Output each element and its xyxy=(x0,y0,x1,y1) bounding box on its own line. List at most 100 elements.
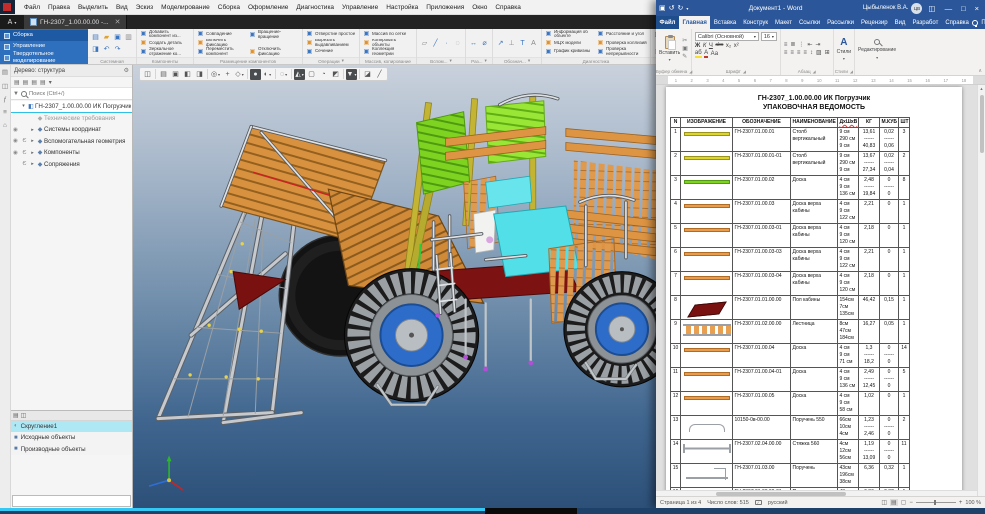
surface-icon[interactable]: ⊥ xyxy=(508,40,514,47)
borders-button[interactable]: ⊞ xyxy=(825,50,830,56)
menu-item-Эскиз[interactable]: Эскиз xyxy=(132,4,157,11)
numbering-button[interactable]: ≣ xyxy=(790,42,795,48)
editing-button[interactable]: Редактирование ▾ xyxy=(858,31,896,67)
3d-viewport[interactable]: ◫▤▣◧◨◎▾+◇▾●◐▾◌▾◭▾▢◔◩▼▾◪╱ .rd{fill:none;s… xyxy=(133,65,656,508)
word-count[interactable]: Число слов: 515 xyxy=(707,500,749,506)
horizontal-ruler[interactable]: 123456789101112131415161718 xyxy=(656,76,985,85)
close-icon[interactable]: × xyxy=(972,4,982,13)
save-icon[interactable]: ▣ xyxy=(114,34,121,41)
help-label[interactable]: Помощь xyxy=(981,20,985,26)
tab-file[interactable]: Файл xyxy=(656,16,679,29)
font-name-select[interactable]: Calibri (Основной)▾ xyxy=(695,32,759,41)
menu-item-Управление[interactable]: Управление xyxy=(338,4,382,11)
horizontal-scrollbar[interactable] xyxy=(656,490,977,496)
bullets-button[interactable]: ≡ xyxy=(784,42,788,48)
3d-model-canvas[interactable]: .rd{fill:none;stroke:#54585c;stroke-widt… xyxy=(133,65,656,508)
eye-icon[interactable]: ◉ xyxy=(11,127,20,133)
kompas-ribbon-button[interactable]: ▣Переместить компонент xyxy=(197,47,247,56)
kompas-ribbon-button[interactable]: ▣МЦХ модели xyxy=(545,39,595,48)
mode-tab-Твердотельное моделирование[interactable]: Твердотельное моделирование xyxy=(0,52,88,63)
dim-diameter-icon[interactable]: ⌀ xyxy=(482,40,486,47)
align-center-button[interactable]: ≡ xyxy=(790,50,794,56)
kompas-document-tab[interactable]: ГН-2307_1.00.00.00 -... ✕ xyxy=(24,15,127,29)
pan-icon[interactable]: + xyxy=(222,69,233,80)
eye-icon[interactable]: ◉ xyxy=(11,138,20,144)
menu-item-Сборка[interactable]: Сборка xyxy=(214,4,244,11)
zoom-slider[interactable] xyxy=(916,502,956,503)
link-icon[interactable]: Є xyxy=(20,138,29,144)
multilevel-button[interactable]: ⋮ xyxy=(798,42,804,48)
kompas-home-button[interactable]: А▾ xyxy=(0,15,24,29)
tab-Справка[interactable]: Справка xyxy=(942,16,973,29)
tree-item-Системы координат[interactable]: ◉▸◆Системы координат xyxy=(11,124,132,136)
tab-Рецензир[interactable]: Рецензир xyxy=(858,16,892,29)
leader-icon[interactable]: ↗ xyxy=(498,40,504,47)
params-item-Производные объекты[interactable]: ■Производные объекты xyxy=(11,444,132,456)
parameters-input-box[interactable] xyxy=(12,495,131,507)
kompas-ribbon-button[interactable]: ▣Совпадение xyxy=(197,30,247,39)
filter-caret-icon[interactable]: ▾ xyxy=(49,79,52,86)
tree-search[interactable]: ▼ xyxy=(11,88,132,100)
kompas-ribbon-button[interactable]: ▣Коллекция геометрии xyxy=(363,47,413,56)
params-item-Исходные объекты[interactable]: ■Исходные объекты xyxy=(11,432,132,444)
kompas-ribbon-button[interactable]: ▣Проверка непрерывности xyxy=(597,47,647,56)
axis-icon[interactable]: ╱ xyxy=(433,40,437,47)
page-indicator[interactable]: Страница 1 из 4 xyxy=(660,500,701,506)
redo-icon[interactable]: ↻ xyxy=(678,4,684,12)
functions-icon[interactable]: ƒ xyxy=(3,96,7,103)
maximize-icon[interactable]: □ xyxy=(958,4,969,13)
tab-Рассылки[interactable]: Рассылки xyxy=(824,16,858,29)
menu-item-Окно[interactable]: Окно xyxy=(468,4,491,11)
bold-button[interactable]: Ж xyxy=(695,43,700,49)
shaded-icon[interactable]: ● xyxy=(250,69,261,80)
change-case-button[interactable]: Аа xyxy=(711,51,718,57)
orientation-icon[interactable]: ◇▾ xyxy=(234,69,245,80)
font-size-select[interactable]: 16▾ xyxy=(761,32,777,41)
superscript-button[interactable]: x² xyxy=(734,43,739,49)
link-icon[interactable]: Є xyxy=(20,150,29,156)
tab-Вставка[interactable]: Вставка xyxy=(710,16,739,29)
menu-item-Оформление[interactable]: Оформление xyxy=(244,4,292,11)
kompas-ribbon-button[interactable]: ▣Проверка коллизий xyxy=(597,39,647,48)
kompas-ribbon-button[interactable]: ▣Зеркальное отражение ко... xyxy=(140,47,190,56)
collapse-ribbon-icon[interactable]: ∧ xyxy=(978,68,982,74)
params-tab-icon[interactable]: ▤ xyxy=(13,412,19,419)
menu-item-Файл[interactable]: Файл xyxy=(20,4,44,11)
panels-icon[interactable]: ▤ xyxy=(2,68,8,76)
point-icon[interactable]: · xyxy=(445,40,447,47)
object-properties-icon[interactable]: ◧ xyxy=(182,69,193,80)
web-layout-icon[interactable]: ▢ xyxy=(901,499,907,506)
new-file-icon[interactable]: ▤ xyxy=(92,34,99,41)
fit-all-icon[interactable]: ▢ xyxy=(306,69,317,80)
kompas-ribbon-button[interactable]: ▣Вырезать выдавливанием xyxy=(306,39,356,48)
open-icon[interactable]: ▰ xyxy=(104,34,109,41)
strikethrough-button[interactable]: abc xyxy=(715,43,723,48)
undo-icon[interactable]: ↶ xyxy=(104,46,110,53)
mode-tab-Сборка[interactable]: Сборка xyxy=(0,30,88,41)
print-layout-icon[interactable]: ▤ xyxy=(890,499,898,506)
show-structure-icon[interactable]: ▤ xyxy=(158,69,169,80)
language-indicator[interactable]: русский xyxy=(768,500,788,506)
ribbon-display-options-icon[interactable]: ◫ xyxy=(925,4,938,13)
dock-panel-icon[interactable]: ◫ xyxy=(142,69,153,80)
print-icon[interactable]: ▥ xyxy=(125,34,132,41)
kompas-ribbon-button[interactable]: ▣Отверстие простое xyxy=(306,30,356,39)
tree-item-Вспомогательная геометрия[interactable]: ◉Є▸◆Вспомогательная геометрия xyxy=(11,136,132,148)
isolate-icon[interactable]: ◪ xyxy=(362,69,373,80)
zoom-out-icon[interactable]: − xyxy=(909,500,913,506)
styles-button[interactable]: А Стили ▾ xyxy=(837,31,851,67)
document-page[interactable]: ГН-2307_1.00.00.00 ИК Погрузчик УПАКОВОЧ… xyxy=(666,87,962,496)
tree-item-Сопряжения[interactable]: Є▸◆Сопряжения xyxy=(11,159,132,171)
hidden-lines-icon[interactable]: ◌▾ xyxy=(278,69,289,80)
tab-Разработ[interactable]: Разработ xyxy=(909,16,942,29)
menu-item-Справка[interactable]: Справка xyxy=(491,4,525,11)
menu-item-Правка[interactable]: Правка xyxy=(44,4,74,11)
eye-icon[interactable]: ◉ xyxy=(11,150,20,156)
hscrollbar-thumb[interactable] xyxy=(716,492,846,496)
tree-item-Технические требования[interactable]: ◆Технические требования xyxy=(11,113,132,125)
tab-Вид[interactable]: Вид xyxy=(891,16,909,29)
tab-Конструк[interactable]: Конструк xyxy=(740,16,772,29)
format-painter-icon[interactable]: ✎ xyxy=(682,54,688,60)
redo-icon[interactable]: ↷ xyxy=(115,46,121,53)
scroll-up-icon[interactable]: ▲ xyxy=(978,85,985,91)
